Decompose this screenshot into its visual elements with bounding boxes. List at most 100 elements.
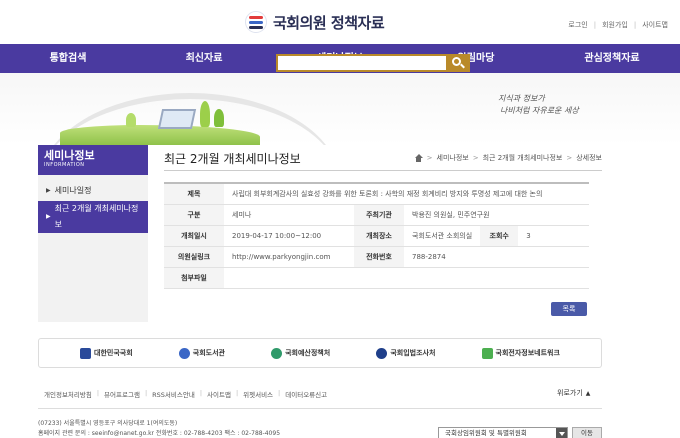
tree-illustration [214,109,224,127]
type-value: 세미나 [224,203,354,226]
related-site-research-service[interactable]: 국회입법조사처 [376,347,436,359]
phone-value: 788-2874 [404,245,589,268]
divider: | [593,21,597,29]
sidebar-subtitle: INFORMATION [44,162,85,168]
footer-address: (07233) 서울특별시 영등포구 의사당대로 1(여의도동) 홈페이지 관련… [38,419,280,438]
list-button[interactable]: 목록 [551,302,587,316]
network-logo-icon [481,347,493,359]
table-row: 첨부파일 [164,266,589,289]
research-service-logo-icon [376,347,388,359]
related-site-library[interactable]: 국회도서관 [178,347,225,359]
host-label: 주최기관 [354,203,404,226]
footer-link-viewer[interactable]: 뷰어프로그램 [104,389,140,399]
related-site-budget-office[interactable]: 국회예산정책처 [271,347,331,359]
table-row: 개최일시 2019-04-17 10:00~12:00 개최장소 국회도서관 소… [164,224,589,247]
site-logo[interactable]: 국회의원 정책자료 [245,10,385,34]
arrow-up-icon: ▲ [585,389,591,397]
library-logo-icon [178,347,190,359]
breadcrumb-separator: > [566,154,573,162]
sidebar-item-label: 최근 2개월 개최세미나정보 [54,204,139,229]
sidebar-title: 세미나정보 [44,149,95,162]
breadcrumb-separator: > [426,154,433,162]
related-sites-bar: 대한민국국회 국회도서관 국회예산정책처 국회입법조사처 국회전자정보네트워크 [38,338,602,368]
home-icon[interactable] [414,154,423,162]
chevron-down-icon [556,428,567,438]
sidebar-title-box: 세미나정보 INFORMATION [38,145,148,175]
page-title: 최근 2개월 개최세미나정보 [164,152,301,166]
visual-banner: 지식과 정보가 나비처럼 자유로운 세상 [0,73,680,145]
breadcrumb-item-current: 상세정보 [576,154,602,162]
divider: | [144,389,148,397]
header: 국회의원 정책자료 로그인 | 회원가입 | 사이트맵 [0,0,680,44]
breadcrumb-item[interactable]: 세미나정보 [437,153,469,163]
tree-illustration [126,113,136,127]
views-value: 3 [518,224,589,247]
laptop-illustration [157,109,197,129]
footer-link-widget[interactable]: 위젯서비스 [243,389,273,399]
type-label: 구분 [164,203,224,226]
related-site-label: 국회전자정보네트워크 [495,349,560,357]
breadcrumb-separator: > [472,154,479,162]
budget-office-logo-icon [271,347,283,359]
sidebar-item-seminar-schedule[interactable]: ▶ 세미나일정 [38,183,148,199]
date-label: 개최일시 [164,224,224,247]
date-value: 2019-04-17 10:00~12:00 [224,224,354,247]
nav-interest-policy[interactable]: 관심정책자료 [544,44,680,73]
nav-integrated-search[interactable]: 통합검색 [0,44,136,73]
attachment-label: 첨부파일 [164,266,224,289]
divider: | [96,389,100,397]
arrow-bullet-icon: ▶ [46,187,51,194]
contact-line: 홈페이지 관련 문의 : seeinfo@nanet.go.kr 전화번호 : … [38,430,281,437]
related-site-national-assembly[interactable]: 대한민국국회 [80,347,133,359]
related-site-select[interactable]: 국회상임위원회 및 특별위원회 [438,427,568,438]
related-site-label: 대한민국국회 [94,349,133,357]
phone-label: 전화번호 [354,245,404,268]
address-line: (07233) 서울특별시 영등포구 의사당대로 1(여의도동) [38,420,178,427]
search-input[interactable] [276,54,446,72]
search-button[interactable] [446,54,470,72]
related-site-label: 국회입법조사처 [390,349,436,357]
breadcrumb-item[interactable]: 최근 2개월 개최세미나정보 [483,153,563,163]
office-link[interactable]: http://www.parkyongjin.com [224,245,354,268]
utility-links: 로그인 | 회원가입 | 사이트맵 [568,20,668,30]
table-row: 의원실링크 http://www.parkyongjin.com 전화번호 78… [164,245,589,268]
link-label: 의원실링크 [164,245,224,268]
footer-divider [38,408,602,409]
seminar-detail-table: 제목 사립대 회부회계감사의 실효성 강화를 위한 토론회 : 사학의 재정 회… [164,182,589,289]
tree-illustration [200,101,210,127]
table-row: 제목 사립대 회부회계감사의 실효성 강화를 위한 토론회 : 사학의 재정 회… [164,182,589,205]
related-site-network[interactable]: 국회전자정보네트워크 [481,347,560,359]
related-site-label: 국회예산정책처 [285,349,331,357]
divider: | [278,389,281,397]
signup-link[interactable]: 회원가입 [602,20,628,30]
divider: | [235,389,239,397]
slogan-line: 지식과 정보가 [498,94,545,103]
sidebar-item-recent-seminars[interactable]: ▶ 최근 2개월 개최세미나정보 [38,201,148,233]
footer-link-sitemap[interactable]: 사이트맵 [207,389,231,399]
arrow-bullet-icon: ▶ [46,213,51,220]
go-button[interactable]: 이동 [572,427,602,438]
slogan: 지식과 정보가 나비처럼 자유로운 세상 [498,93,579,117]
site-select-value: 국회상임위원회 및 특별위원회 [445,429,527,437]
views-label: 조회수 [480,224,519,247]
back-to-top-label: 위로가기 [557,389,583,397]
footer-links: 개인정보처리방침 | 뷰어프로그램 | RSS서비스안내 | 사이트맵 | 위젯… [44,389,327,399]
sitemap-link[interactable]: 사이트맵 [642,20,668,30]
assembly-emblem-icon [245,11,267,33]
footer-link-privacy[interactable]: 개인정보처리방침 [44,389,92,399]
back-to-top-link[interactable]: 위로가기 ▲ [557,388,590,398]
title-label: 제목 [164,182,224,205]
title-value: 사립대 회부회계감사의 실효성 강화를 위한 토론회 : 사학의 재정 회계비리… [224,182,589,205]
footer-link-error-report[interactable]: 데이터오류신고 [285,389,327,399]
attachment-value [224,266,589,289]
logo-text: 국회의원 정책자료 [273,13,385,32]
nav-latest-materials[interactable]: 최신자료 [136,44,272,73]
login-link[interactable]: 로그인 [568,20,587,30]
footer-link-rss[interactable]: RSS서비스안내 [152,389,195,399]
divider: | [633,21,637,29]
slogan-line: 나비처럼 자유로운 세상 [500,106,579,115]
breadcrumb: > 세미나정보 > 최근 2개월 개최세미나정보 > 상세정보 [414,153,602,163]
divider: | [199,389,203,397]
host-value: 박용진 의원실, 민주연구원 [404,203,589,226]
place-value: 국회도서관 소회의실 [404,224,481,247]
